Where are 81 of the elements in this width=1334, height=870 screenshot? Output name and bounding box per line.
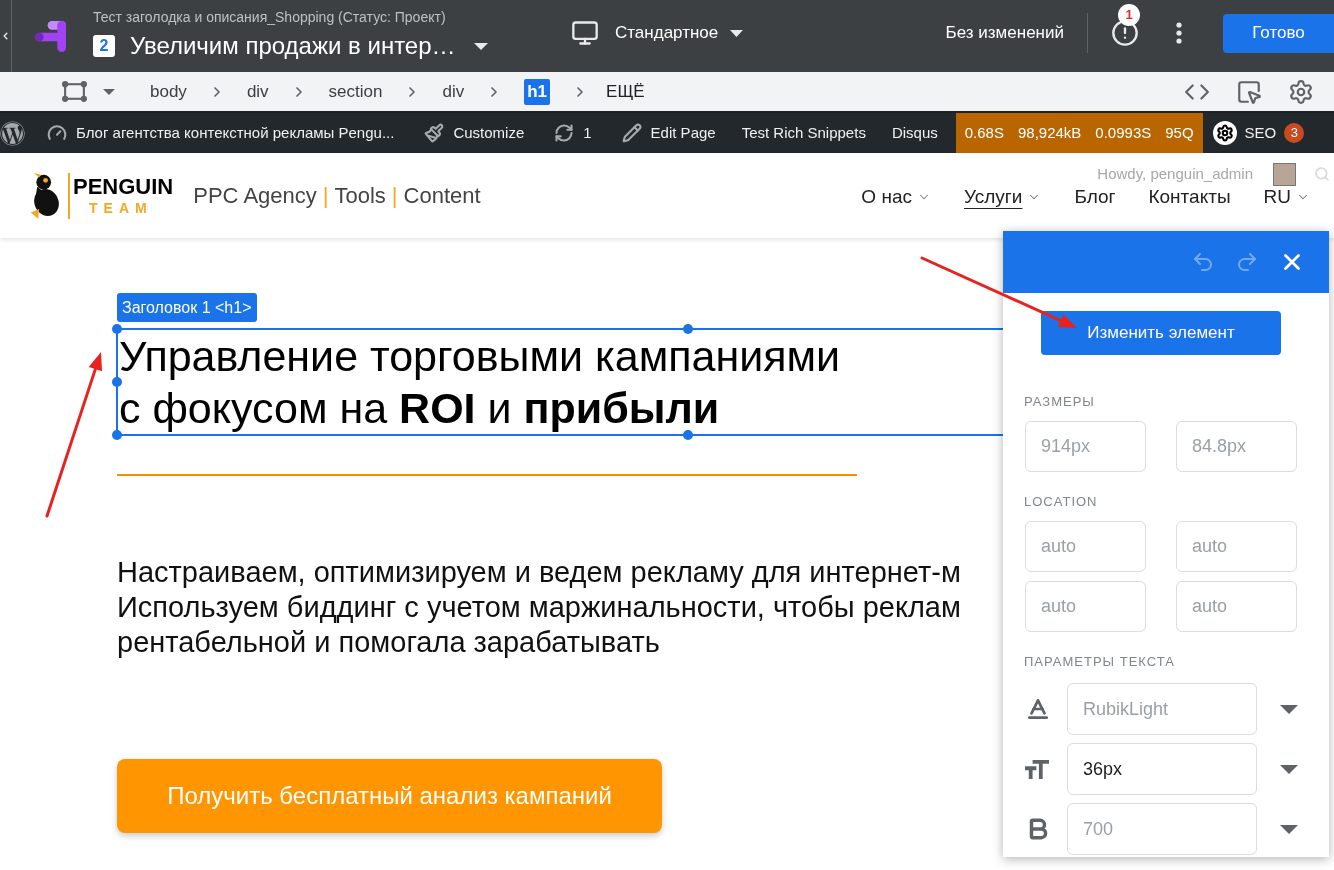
variant-number-badge: 2 — [93, 35, 115, 57]
alert-icon[interactable] — [1111, 19, 1139, 47]
resize-handle[interactable] — [683, 324, 693, 334]
cursor-select-icon[interactable] — [1236, 78, 1262, 105]
resize-handle[interactable] — [112, 430, 122, 440]
caret-icon — [103, 88, 115, 95]
section-label: РАЗМЕРЫ — [1024, 394, 1095, 410]
breadcrumb-link[interactable]: body — [150, 78, 187, 105]
pencil-icon — [621, 123, 642, 143]
font-icon — [1025, 696, 1051, 722]
element-tag-label: Заголовок 1 <h1> — [117, 293, 257, 322]
page-heading: Управление торговыми кампаниями с фокусом на ROI и прибыли — [118, 331, 842, 434]
monitor-icon — [571, 19, 599, 47]
resize-handle[interactable] — [112, 324, 122, 334]
input-field[interactable]: 84.8px — [1176, 421, 1297, 472]
edit-element-button[interactable]: Изменить элемент — [1041, 311, 1281, 355]
experiment-subtitle: Тест заголодка и описания_Shopping (Статус: Проект) — [93, 8, 447, 26]
input-field[interactable]: 700 — [1067, 803, 1257, 855]
nav-link[interactable]: Услуги — [963, 182, 1042, 212]
settings-icon[interactable] — [1288, 78, 1314, 105]
caret-icon — [1280, 704, 1298, 714]
brand-subtitle: TEAM — [89, 198, 153, 217]
refresh-icon — [554, 123, 575, 143]
tagline-text: Content — [403, 182, 481, 210]
admin-bar-link[interactable]: Disqus — [881, 113, 948, 153]
breadcrumb-link[interactable]: div — [246, 78, 269, 105]
input-field[interactable]: auto — [1025, 581, 1146, 632]
avatar-placeholder[interactable] — [1273, 162, 1296, 186]
admin-bar-link[interactable]: Customize — [414, 113, 535, 153]
device-dropdown[interactable]: Стандартное — [571, 19, 744, 47]
wordpress-logo-icon[interactable] — [0, 120, 25, 146]
section-label: LOCATION — [1024, 494, 1098, 510]
input-field[interactable]: 914px — [1025, 421, 1146, 472]
breadcrumb-link[interactable]: section — [328, 78, 383, 105]
nav-link[interactable]: RU — [1263, 182, 1310, 212]
stat-value: 0.68S — [964, 122, 1004, 143]
stats-bar[interactable]: 0.68S 98,924kB 0.0993S 95Q — [955, 113, 1203, 153]
breadcrumb-link[interactable]: h1 — [524, 78, 551, 105]
redo-icon — [1235, 250, 1259, 274]
stat-value: 95Q — [1165, 122, 1194, 143]
caret-icon — [730, 29, 744, 37]
input-field[interactable]: RubikLight — [1067, 683, 1257, 735]
input-field[interactable]: 36px — [1067, 743, 1257, 795]
notification-badge: 1 — [1118, 4, 1140, 26]
more-button[interactable]: ЕЩЁ — [606, 78, 645, 105]
caret-icon — [473, 42, 488, 50]
seo-menu-link[interactable]: SEO 3 — [1202, 113, 1315, 153]
input-field[interactable]: auto — [1176, 521, 1297, 572]
admin-bar-link[interactable]: 1 — [544, 113, 602, 153]
gear-icon — [1212, 121, 1237, 145]
save-status: Без изменений — [945, 22, 1064, 45]
resize-handle[interactable] — [112, 377, 122, 387]
variant-dropdown[interactable]: Увеличим продажи в интер… — [130, 32, 488, 60]
caret-icon — [1280, 764, 1298, 774]
tagline-text: Tools — [334, 182, 386, 210]
tagline-text: PPC Agency — [193, 182, 317, 210]
brand-name: PENGUIN — [73, 174, 174, 199]
section-label: ПАРАМЕТРЫ ТЕКСТА — [1024, 654, 1175, 670]
selection-frame-icon[interactable] — [62, 81, 87, 102]
input-field[interactable]: auto — [1176, 581, 1297, 632]
breadcrumb-link[interactable]: div — [442, 78, 465, 105]
gauge-icon — [47, 123, 67, 143]
tagline-separator: | — [391, 182, 398, 210]
done-button[interactable]: Готово — [1223, 13, 1334, 53]
text-size-icon — [1025, 759, 1049, 779]
brush-icon — [424, 123, 445, 143]
tagline-separator: | — [322, 182, 329, 210]
admin-bar-link[interactable]: Test Rich Snippets — [731, 113, 876, 153]
caret-icon — [1280, 824, 1298, 834]
admin-bar-link[interactable]: Блог агентства контекстной рекламы Pengu... — [37, 113, 405, 153]
more-icon[interactable] — [1176, 22, 1182, 44]
stat-value: 0.0993S — [1095, 122, 1152, 143]
undo-icon — [1191, 250, 1215, 274]
app-logo-icon — [35, 20, 66, 52]
input-field[interactable]: auto — [1025, 521, 1146, 572]
stat-value: 98,924kB — [1017, 122, 1082, 143]
nav-link[interactable]: О нас — [861, 182, 931, 212]
resize-handle[interactable] — [683, 430, 693, 440]
count-badge: 3 — [1284, 123, 1305, 143]
admin-bar-link[interactable]: Edit Page — [611, 113, 726, 153]
hero-paragraph: Настраиваем, оптимизируем и ведем рекламу для интернет-м Используем биддинг с учетом маржинальности, чтобы реклам рентабельной и помогала зарабатывать — [117, 555, 961, 660]
